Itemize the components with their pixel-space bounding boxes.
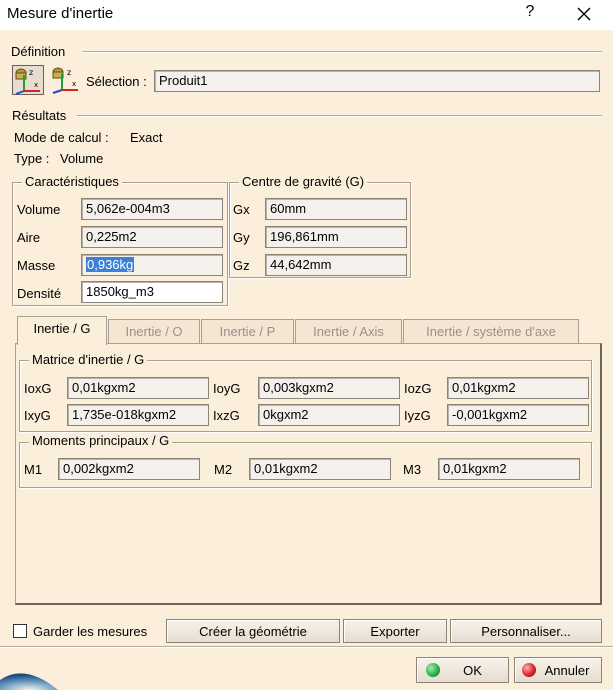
tab-inertia-o[interactable]: Inertie / O [108,319,200,343]
m1-label: M1 [24,462,43,477]
cancel-button[interactable]: Annuler [514,657,602,683]
export-button[interactable]: Exporter [343,619,447,643]
type-label: Type : [14,151,50,166]
gy-field[interactable]: 196,861mm [265,226,407,248]
inertia-matrix-title: Matrice d'inertie / G [29,352,148,367]
create-geometry-button[interactable]: Créer la géométrie [166,619,340,643]
ioxg-label: IoxG [24,381,52,396]
svg-text:z: z [29,68,33,77]
gz-label: Gz [233,258,250,273]
m2-label: M2 [214,462,233,477]
iozg-field[interactable]: 0,01kgxm2 [447,377,589,399]
iyzg-field[interactable]: -0,001kgxm2 [447,404,589,426]
ok-label: OK [463,663,482,678]
density-input[interactable]: 1850kg_m3 [81,281,223,303]
m3-field[interactable]: 0,01kgxm2 [438,458,580,480]
mass-label: Masse [17,258,56,273]
iyzg-label: IyzG [404,408,431,423]
title-bar: Mesure d'inertie ? [0,0,613,30]
gravity-center-title: Centre de gravité (G) [239,174,368,189]
tab-inertia-axis[interactable]: Inertie / Axis [295,319,402,343]
results-separator [77,115,602,117]
close-icon[interactable] [572,2,596,26]
ok-green-icon [426,663,440,677]
iozg-label: IozG [404,381,432,396]
calc-mode-label: Mode de calcul : [14,130,109,145]
m1-field[interactable]: 0,002kgxm2 [58,458,200,480]
area-field[interactable]: 0,225m2 [81,226,223,248]
principal-moments-title: Moments principaux / G [29,433,173,448]
ixzg-label: IxzG [213,408,240,423]
ixzg-field[interactable]: 0kgxm2 [258,404,400,426]
svg-text:z: z [67,68,71,77]
cancel-red-icon [522,663,536,677]
volume-field[interactable]: 5,062e-004m3 [81,198,223,220]
definition-label: Définition [11,44,66,59]
help-button[interactable]: ? [520,3,540,25]
selection-axis-icon[interactable]: z x [12,65,44,95]
cancel-label: Annuler [544,663,590,678]
results-label: Résultats [12,108,67,123]
area-label: Aire [17,230,41,245]
type-value: Volume [60,151,104,166]
gx-field[interactable]: 60mm [265,198,407,220]
tab-inertia-g[interactable]: Inertie / G [17,316,107,345]
mass-value-selected: 0,936kg [86,257,135,272]
density-label: Densité [17,286,62,301]
customize-button[interactable]: Personnaliser... [450,619,602,643]
gz-field[interactable]: 44,642mm [265,254,407,276]
svg-text:x: x [34,81,38,89]
ioxg-field[interactable]: 0,01kgxm2 [67,377,209,399]
keep-measures-label: Garder les mesures [33,624,148,639]
m3-label: M3 [403,462,422,477]
decorative-corner-shape [0,673,58,690]
tab-inertia-axis-system[interactable]: Inertie / système d'axe [403,319,579,343]
ixyg-field[interactable]: 1,735e-018kgxm2 [67,404,209,426]
tab-inertia-p[interactable]: Inertie / P [201,319,294,343]
ioyg-label: IoyG [213,381,241,396]
calc-mode-value: Exact [130,130,163,145]
characteristics-title: Caractéristiques [22,174,122,189]
gx-label: Gx [233,202,250,217]
selection-axis-system-icon[interactable]: z x [48,65,80,95]
definition-separator [82,51,602,53]
ioyg-field[interactable]: 0,003kgxm2 [258,377,400,399]
mass-field[interactable]: 0,936kg [81,254,223,276]
svg-text:x: x [72,80,76,88]
m2-field[interactable]: 0,01kgxm2 [249,458,391,480]
ixyg-label: IxyG [24,408,51,423]
window-title: Mesure d'inertie [7,5,114,22]
keep-measures-checkbox[interactable] [13,624,27,638]
selection-label: Sélection : [86,74,147,89]
selection-field[interactable]: Produit1 [154,70,600,92]
footer-separator [0,646,613,648]
ok-button[interactable]: OK [416,657,509,683]
gy-label: Gy [233,230,250,245]
volume-label: Volume [17,202,61,217]
